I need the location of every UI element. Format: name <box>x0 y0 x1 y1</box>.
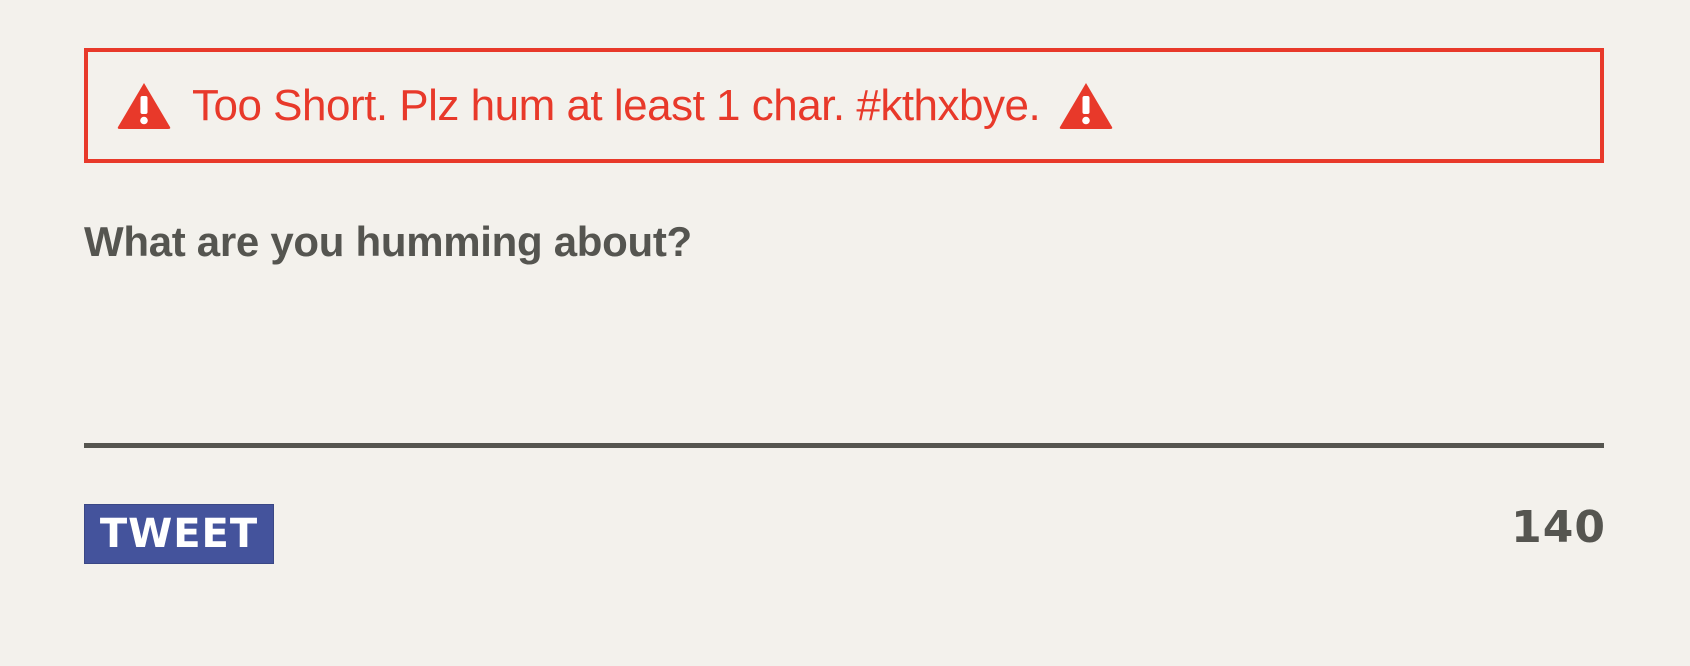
tweet-button[interactable]: TWEET <box>84 504 274 564</box>
character-counter: 140 <box>1511 502 1606 553</box>
compose-input[interactable] <box>84 290 1604 443</box>
warning-triangle-icon <box>1058 81 1114 131</box>
compose-field-container <box>84 290 1604 448</box>
warning-triangle-icon <box>116 81 172 131</box>
error-alert: Too Short. Plz hum at least 1 char. #kth… <box>84 48 1604 163</box>
compose-label: What are you humming about? <box>84 218 692 265</box>
error-message: Too Short. Plz hum at least 1 char. #kth… <box>192 80 1041 130</box>
